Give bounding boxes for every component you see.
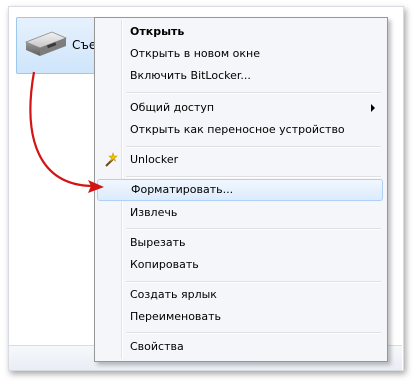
menu-item-properties[interactable]: Свойства — [97, 336, 383, 358]
menu-item-eject[interactable]: Извлечь — [97, 202, 383, 224]
menu-separator — [126, 176, 381, 178]
menu-item-format[interactable]: Форматировать... — [97, 179, 383, 201]
menu-item-label: Извлечь — [130, 206, 178, 219]
menu-item-open[interactable]: Открыть — [97, 21, 383, 43]
menu-item-label: Общий доступ — [130, 101, 215, 114]
menu-item-label: Переименовать — [130, 310, 222, 323]
menu-item-label: Форматировать... — [131, 183, 234, 196]
menu-item-cut[interactable]: Вырезать — [97, 232, 383, 254]
drive-label: Съе — [72, 38, 97, 52]
menu-item-open-portable[interactable]: Открыть как переносное устройство — [97, 119, 383, 141]
menu-item-label: Unlocker — [130, 153, 179, 166]
menu-separator — [126, 332, 381, 334]
menu-separator — [126, 281, 381, 283]
menu-item-copy[interactable]: Копировать — [97, 254, 383, 276]
menu-item-label: Свойства — [130, 340, 184, 353]
menu-item-label: Копировать — [130, 258, 199, 271]
magic-wand-icon — [105, 152, 118, 167]
menu-item-rename[interactable]: Переименовать — [97, 306, 383, 328]
menu-item-share[interactable]: Общий доступ — [97, 97, 383, 119]
usb-drive-icon — [24, 31, 68, 56]
menu-item-label: Открыть как переносное устройство — [130, 123, 345, 136]
menu-item-label: Включить BitLocker... — [130, 69, 251, 82]
context-menu: Открыть Открыть в новом окне Включить Bi… — [94, 17, 388, 362]
menu-separator — [126, 146, 381, 148]
menu-item-label: Открыть в новом окне — [130, 47, 261, 60]
menu-item-unlocker[interactable]: Unlocker — [97, 149, 383, 171]
menu-item-bitlocker[interactable]: Включить BitLocker... — [97, 65, 383, 87]
menu-separator — [126, 228, 381, 230]
menu-item-label: Открыть — [130, 25, 185, 38]
menu-item-label: Создать ярлык — [130, 288, 217, 301]
menu-item-open-new-window[interactable]: Открыть в новом окне — [97, 43, 383, 65]
submenu-arrow-icon — [371, 104, 375, 112]
menu-item-label: Вырезать — [130, 236, 186, 249]
menu-item-create-shortcut[interactable]: Создать ярлык — [97, 284, 383, 306]
menu-separator — [126, 92, 381, 94]
